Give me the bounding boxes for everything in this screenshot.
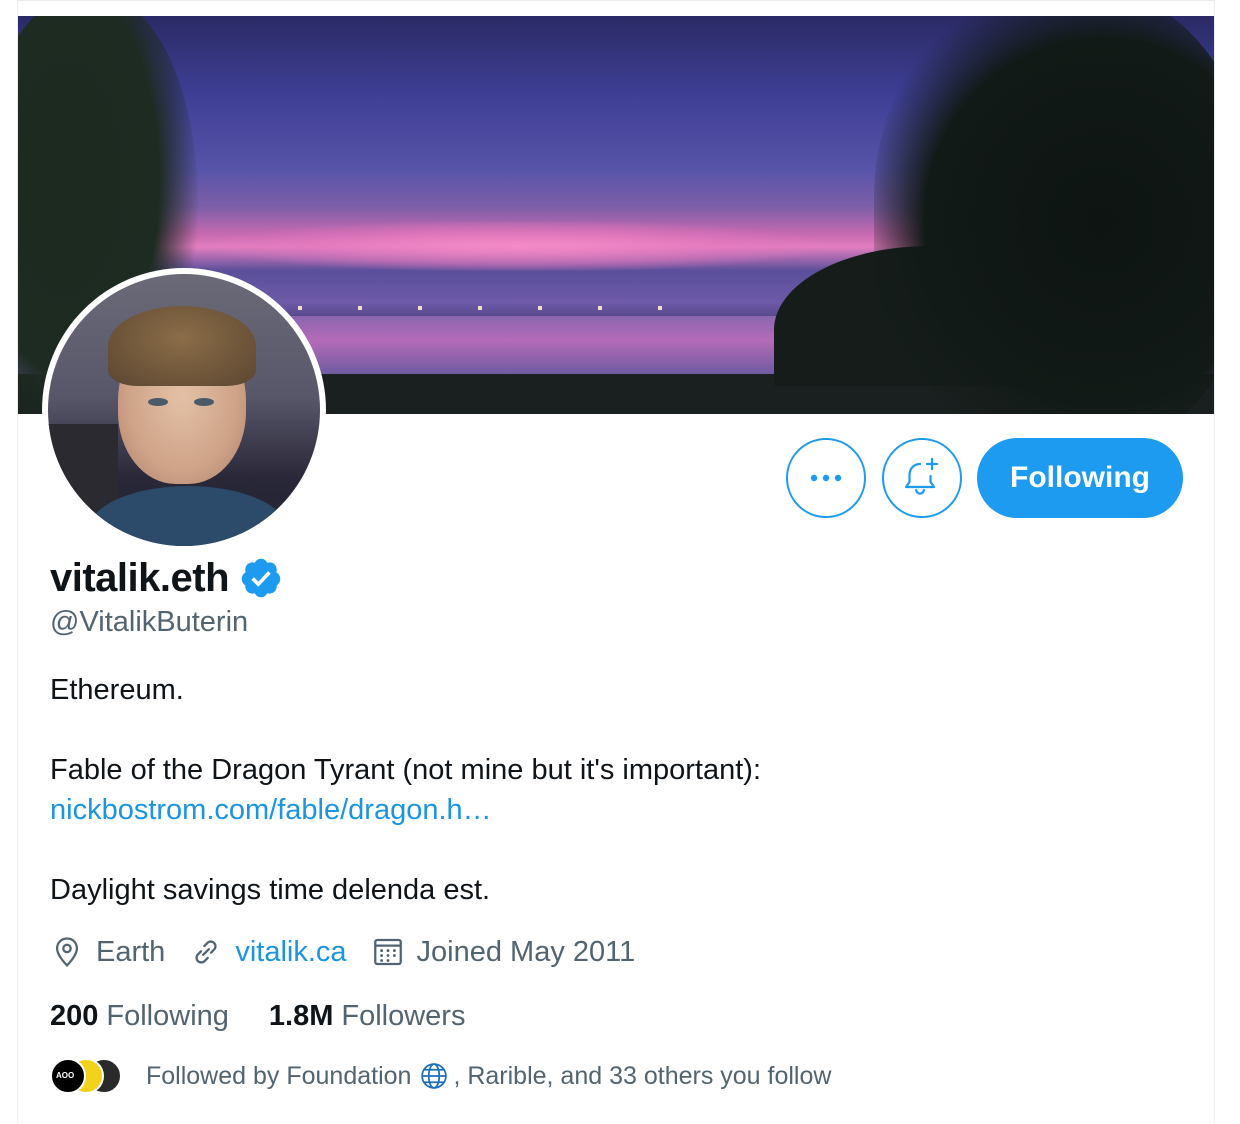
avatar-hair [108,306,256,386]
following-stat-link[interactable]: 200 Following [50,1000,229,1033]
globe-icon [421,1063,448,1089]
bio-line-1: Ethereum. [50,674,184,706]
calendar-icon [373,938,402,966]
followed-by-text: Followed by Foundation , Rarible, and 33… [146,1061,831,1091]
profile-bio: Ethereum. Fable of the Dragon Tyrant (no… [50,670,1150,910]
following-button[interactable]: Following [977,438,1183,518]
followed-by-avatars: AOO [50,1056,126,1096]
avatar-eye-right [194,398,214,406]
name-row: vitalik.eth [50,552,283,604]
profile-avatar[interactable] [42,268,326,552]
followers-stat-label: Followers [341,999,466,1032]
profile-stats: 200 Following 1.8M Followers [50,996,505,1036]
followed-by-suffix: , Rarible, and 33 others you follow [453,1061,832,1090]
location-pin-icon [55,937,79,968]
profile-meta: Earth vitalik.ca Joined May 2011 [50,930,659,974]
website-link[interactable]: vitalik.ca [235,936,346,969]
avatar-photo [48,274,320,546]
followers-count: 1.8M [268,999,334,1032]
meta-website[interactable]: vitalik.ca [189,935,347,969]
bio-line-2: Fable of the Dragon Tyrant (not mine but… [50,754,762,786]
more-dots-icon [810,474,842,482]
meta-joined: Joined May 2011 [371,935,636,969]
banner-tree-right [874,16,1214,414]
followers-stat-link[interactable]: 1.8M Followers [269,1000,466,1033]
profile-handle: @VitalikButerin [50,606,249,638]
avatar: AOO [50,1058,86,1094]
followed-by-prefix: Followed by Foundation [146,1061,412,1090]
verified-badge-icon [241,558,281,598]
avatar-shirt [88,486,288,546]
joined-text: Joined May 2011 [416,935,636,968]
bio-spacer [50,830,1150,870]
following-stat-label: Following [106,999,229,1032]
display-name: vitalik.eth [50,555,230,600]
following-count: 200 [50,999,99,1032]
link-icon [195,940,217,964]
bio-line-3: Daylight savings time delenda est. [50,874,491,906]
more-button[interactable] [786,438,866,518]
followed-by-row[interactable]: AOO Followed by Foundation , Rarible, an… [50,1056,831,1096]
bell-plus-icon [904,457,939,495]
meta-location: Earth [50,935,165,969]
notifications-button[interactable] [882,438,962,518]
banner-cloud [218,221,818,271]
location-text: Earth [96,935,166,968]
bio-spacer [50,710,1150,750]
bio-link[interactable]: nickbostrom.com/fable/dragon.h… [50,790,1150,830]
avatar-eye-left [148,398,168,406]
